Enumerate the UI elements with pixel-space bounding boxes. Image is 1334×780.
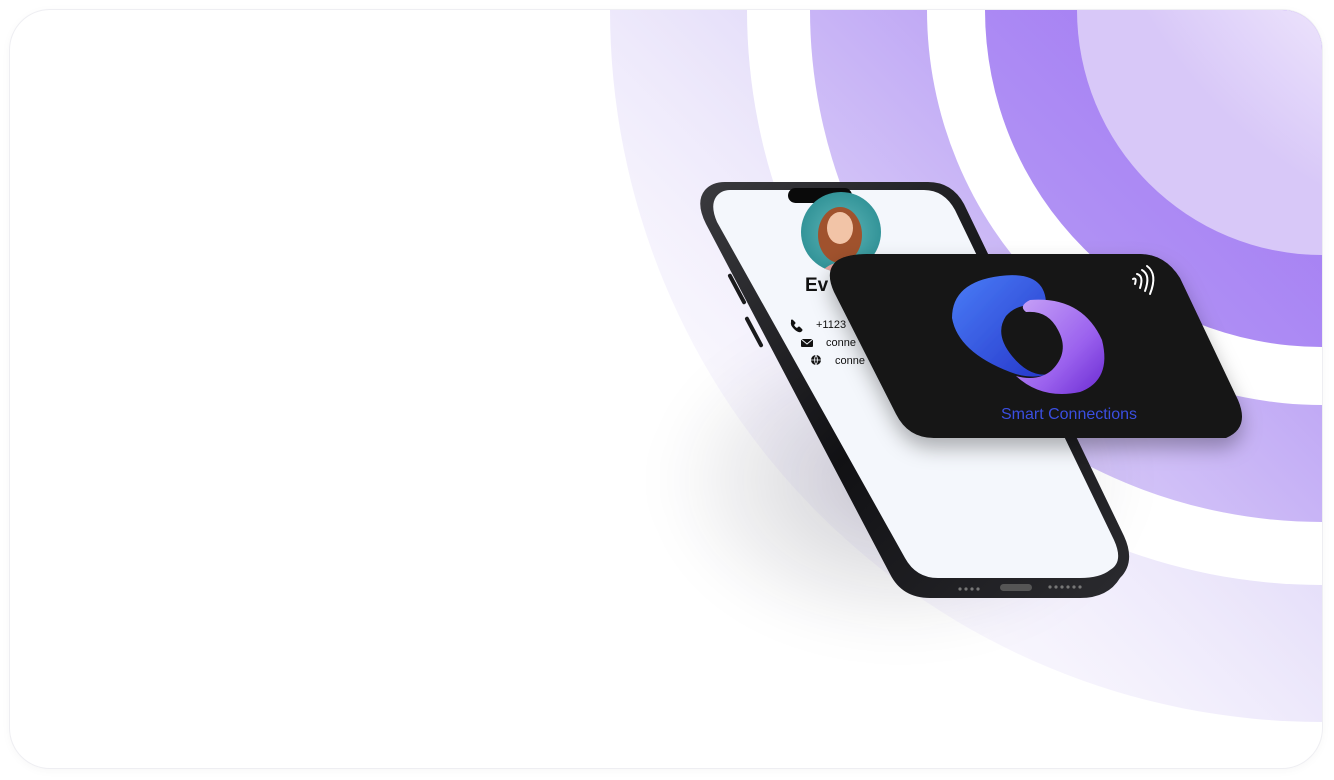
contact-website: conne [835,355,865,367]
contact-email: conne [826,337,856,349]
mail-icon [800,338,814,347]
contact-phone: +1123 [816,319,846,331]
phone-illustration: Ev +1123 conne conne Smart Connections [700,182,1242,598]
brand-label: Smart Connections [1001,406,1137,423]
charging-port [1000,584,1032,591]
globe-icon [811,354,821,366]
contact-name: Ev [805,275,829,296]
